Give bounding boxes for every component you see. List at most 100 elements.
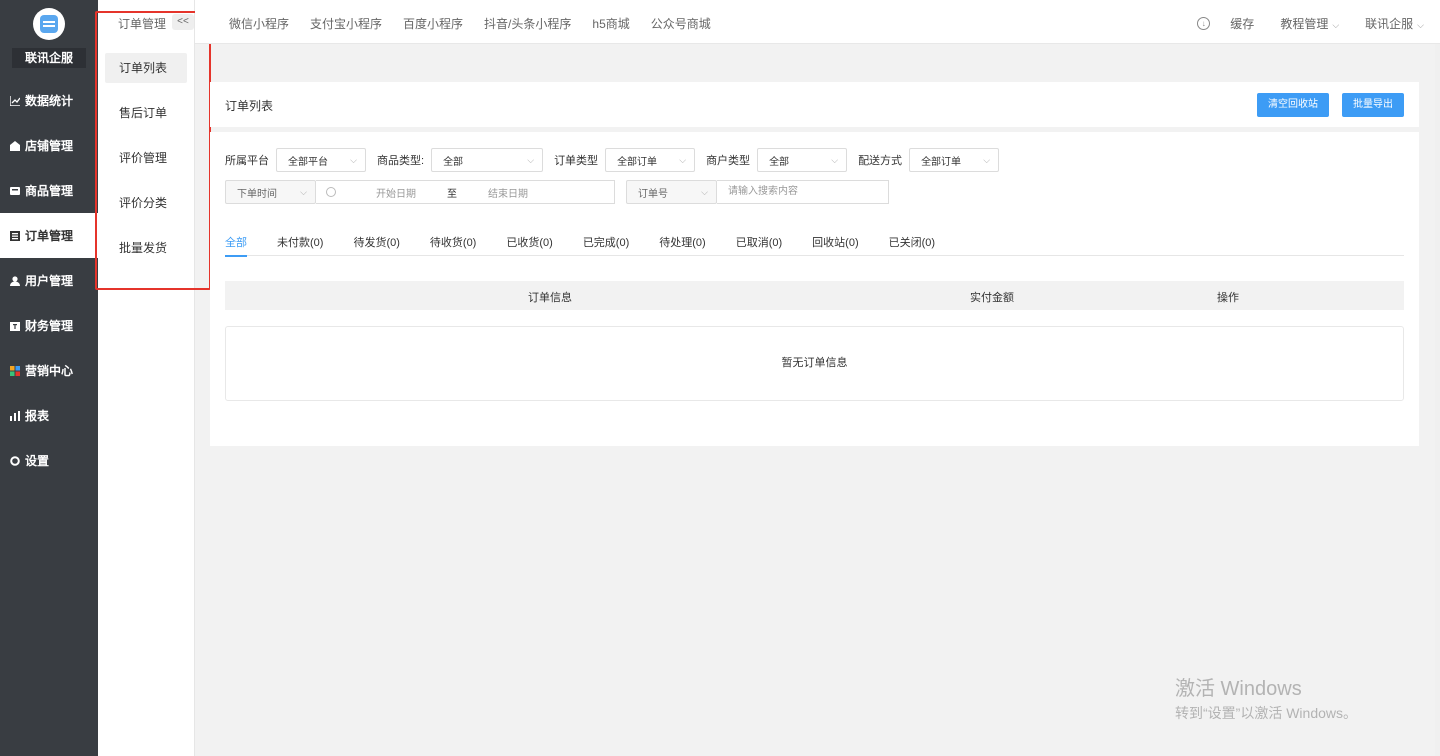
- order-icon: [10, 230, 20, 241]
- sidebar-item-statistics[interactable]: 数据统计: [0, 78, 98, 123]
- logo-icon[interactable]: [33, 8, 65, 40]
- account-label: 联讯企服: [1365, 17, 1414, 31]
- date-range-picker[interactable]: 开始日期 至 结束日期: [316, 180, 615, 204]
- top-bar: 微信小程序 支付宝小程序 百度小程序 抖音/头条小程序 h5商城 公众号商城 ↓…: [195, 0, 1440, 44]
- sidebar-item-store[interactable]: 店铺管理: [0, 123, 98, 168]
- chevron-down-icon: ⌵: [1332, 20, 1340, 30]
- search-input[interactable]: 请输入搜索内容: [717, 180, 889, 204]
- tab-alipay-mini[interactable]: 支付宝小程序: [310, 15, 382, 32]
- tab-to-receive[interactable]: 待收货(0): [430, 234, 476, 256]
- chevron-down-icon: ⌵: [1417, 20, 1424, 30]
- tab-douyin-mini[interactable]: 抖音/头条小程序: [484, 15, 571, 32]
- delivery-value: 全部订单: [921, 156, 962, 168]
- tab-completed[interactable]: 已完成(0): [583, 234, 629, 256]
- order-panel: 所属平台 全部平台 ⌵ 商品类型: 全部 ⌵ 订单类型 全部订单 ⌵ 商户类型 全部 ⌵…: [210, 132, 1419, 446]
- tab-wechat-mini[interactable]: 微信小程序: [229, 15, 289, 32]
- platform-select[interactable]: 全部平台 ⌵: [276, 148, 366, 172]
- tab-pending[interactable]: 待处理(0): [659, 234, 705, 256]
- watermark-title: 激活 Windows: [1175, 678, 1302, 700]
- batch-export-button[interactable]: 批量导出: [1342, 93, 1404, 117]
- sidebar-item-orders[interactable]: 订单管理: [0, 213, 98, 258]
- table-header: 订单信息 实付金额 操作: [225, 281, 1404, 310]
- tab-unpaid[interactable]: 未付款(0): [277, 234, 323, 256]
- brand-name: 联讯企服: [12, 48, 86, 68]
- bar-chart-icon: [10, 410, 20, 421]
- platform-label: 所属平台: [225, 155, 269, 167]
- chevron-down-icon: ⌵: [701, 186, 708, 197]
- order-type-select[interactable]: 全部订单 ⌵: [605, 148, 696, 172]
- line-chart-icon: [10, 95, 20, 106]
- goods-type-label: 商品类型:: [377, 155, 425, 167]
- tab-official-account-mall[interactable]: 公众号商城: [651, 15, 711, 32]
- tab-received[interactable]: 已收货(0): [506, 234, 552, 256]
- sidebar-item-goods[interactable]: 商品管理: [0, 168, 98, 213]
- sidebar-item-finance[interactable]: 财务管理: [0, 303, 98, 348]
- order-type-label: 订单类型: [554, 155, 599, 167]
- finance-icon: [10, 321, 20, 331]
- sidebar-item-label: 订单管理: [25, 229, 74, 243]
- merchant-type-value: 全部: [769, 156, 790, 168]
- chevron-down-icon: ⌵: [679, 154, 687, 165]
- tab-all[interactable]: 全部: [225, 234, 247, 257]
- time-type-value: 下单时间: [237, 188, 277, 200]
- platform-tabs: 微信小程序 支付宝小程序 百度小程序 抖音/头条小程序 h5商城 公众号商城: [229, 15, 732, 32]
- column-header-order-info: 订单信息: [528, 292, 572, 304]
- chevron-down-icon: ⌵: [300, 186, 307, 197]
- cache-button[interactable]: 缓存: [1230, 15, 1254, 32]
- subnav-item-after-sales[interactable]: 售后订单: [105, 98, 187, 128]
- merchant-type-select[interactable]: 全部 ⌵: [757, 148, 848, 172]
- goods-type-value: 全部: [443, 156, 464, 168]
- subnav-item-review-categories[interactable]: 评价分类: [105, 188, 187, 218]
- sidebar-item-label: 设置: [25, 454, 50, 468]
- sidebar-item-label: 用户管理: [25, 274, 74, 288]
- tab-baidu-mini[interactable]: 百度小程序: [403, 15, 463, 32]
- delivery-label: 配送方式: [858, 155, 903, 167]
- start-date[interactable]: 开始日期: [350, 185, 442, 200]
- chevron-down-icon: ⌵: [831, 154, 839, 165]
- chevron-down-icon: ⌵: [983, 154, 991, 165]
- tutorial-menu[interactable]: 教程管理 ⌵: [1280, 15, 1339, 32]
- page-title: 订单列表: [225, 99, 274, 113]
- subnav-item-order-list[interactable]: 订单列表: [105, 53, 187, 83]
- windows-activation-watermark: 激活 Windows 转到“设置”以激活 Windows。: [1175, 672, 1357, 723]
- empty-state: 暂无订单信息: [225, 326, 1404, 401]
- tab-cancelled[interactable]: 已取消(0): [736, 234, 782, 256]
- sidebar-item-label: 数据统计: [25, 94, 74, 108]
- subnav-item-reviews[interactable]: 评价管理: [105, 143, 187, 173]
- search-field-value: 订单号: [638, 188, 668, 200]
- top-right-menu: ↓ 缓存 教程管理 ⌵ 联讯企服 ⌵: [1197, 15, 1424, 32]
- sidebar-item-users[interactable]: 用户管理: [0, 258, 98, 303]
- search-field-select[interactable]: 订单号 ⌵: [626, 180, 717, 204]
- tab-closed[interactable]: 已关闭(0): [889, 234, 935, 256]
- sidebar-item-label: 财务管理: [25, 319, 74, 333]
- merchant-type-label: 商户类型: [706, 155, 751, 167]
- end-date[interactable]: 结束日期: [462, 185, 554, 200]
- sidebar-item-reports[interactable]: 报表: [0, 393, 98, 438]
- time-type-select[interactable]: 下单时间 ⌵: [225, 180, 316, 204]
- range-separator: 至: [447, 188, 457, 200]
- sub-sidebar-list: 订单列表 售后订单 评价管理 评价分类 批量发货: [105, 53, 187, 278]
- column-header-paid-amount: 实付金额: [970, 292, 1014, 304]
- tab-to-ship[interactable]: 待发货(0): [353, 234, 399, 256]
- account-menu[interactable]: 联讯企服 ⌵: [1365, 15, 1424, 32]
- tab-recycle-bin[interactable]: 回收站(0): [812, 234, 858, 256]
- delivery-select[interactable]: 全部订单 ⌵: [909, 148, 1000, 172]
- subnav-item-batch-ship[interactable]: 批量发货: [105, 233, 187, 263]
- tab-h5-mall[interactable]: h5商城: [592, 15, 629, 32]
- main-sidebar: 联讯企服 数据统计 店铺管理 商品管理 订单管理 用户管理 财务管理 营销中心: [0, 0, 98, 756]
- sidebar-item-settings[interactable]: 设置: [0, 438, 98, 483]
- sidebar-item-label: 商品管理: [25, 184, 74, 198]
- sidebar-item-label: 店铺管理: [25, 139, 74, 153]
- order-type-value: 全部订单: [617, 156, 658, 168]
- order-status-tabs: 全部 未付款(0) 待发货(0) 待收货(0) 已收货(0) 已完成(0) 待处…: [225, 234, 1404, 257]
- user-icon: [10, 275, 20, 286]
- sidebar-item-marketing[interactable]: 营销中心: [0, 348, 98, 393]
- download-icon[interactable]: ↓: [1197, 17, 1211, 30]
- scrollbar[interactable]: [1435, 44, 1440, 756]
- filter-row-1: 所属平台 全部平台 ⌵ 商品类型: 全部 ⌵ 订单类型 全部订单 ⌵ 商户类型 全部 ⌵…: [225, 148, 1010, 172]
- sub-sidebar: 订单管理 << 订单列表 售后订单 评价管理 评价分类 批量发货: [98, 0, 195, 756]
- clear-recycle-bin-button[interactable]: 清空回收站: [1257, 93, 1329, 117]
- collapse-button[interactable]: <<: [172, 14, 194, 30]
- filter-row-2: 下单时间 ⌵ 开始日期 至 结束日期 订单号 ⌵ 请输入搜索内容: [225, 180, 889, 204]
- goods-type-select[interactable]: 全部 ⌵: [431, 148, 544, 172]
